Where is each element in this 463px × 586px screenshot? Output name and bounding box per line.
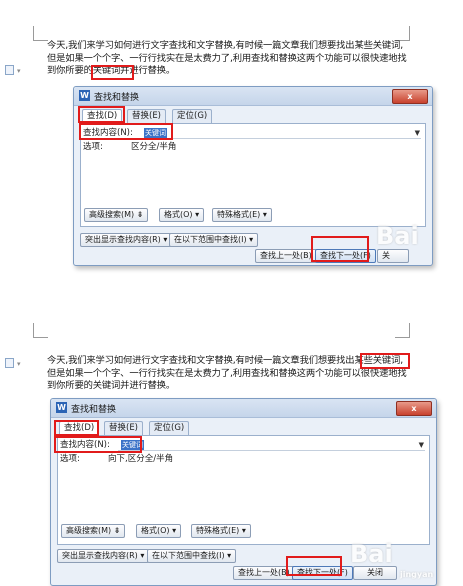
find-next-button[interactable]: 查找下一处(F): [292, 566, 353, 580]
crop-mark-left: [33, 323, 48, 338]
find-in-range-button[interactable]: 在以下范围中查找(I) ▾: [169, 233, 259, 247]
paragraph-line-3: 到你所要的关键词并进行替换。: [47, 65, 176, 76]
find-next-button[interactable]: 查找下一处(F): [315, 249, 376, 263]
find-content-label: 查找内容(N):: [83, 128, 133, 138]
chevron-down-icon[interactable]: ▼: [415, 127, 420, 139]
advanced-search-button[interactable]: 高级搜索(M) ⇟: [84, 208, 149, 222]
options-label: 选项:: [83, 142, 103, 152]
crop-mark-left: [33, 26, 48, 41]
special-format-button[interactable]: 特殊格式(E) ▾: [191, 524, 251, 538]
tab-replace[interactable]: 替换(E): [104, 421, 144, 435]
close-button[interactable]: 关: [377, 249, 409, 263]
advanced-search-button[interactable]: 高级搜索(M) ⇟: [61, 524, 126, 538]
tab-find[interactable]: 查找(D): [82, 109, 123, 124]
crop-mark-right: [395, 26, 410, 41]
close-icon[interactable]: x: [392, 89, 428, 104]
options-label: 选项:: [60, 454, 80, 464]
screenshot-panel-2: ▾ 今天,我们来学习如何进行文字查找和文字替换,有时候一篇文章我们想要找出某些关…: [0, 295, 463, 586]
paragraph-line-3: 到你所要的关键词并进行替换。: [47, 380, 176, 391]
find-content-value: 关键词: [121, 440, 144, 450]
highlight-find-button[interactable]: 突出显示查找内容(R) ▾: [57, 549, 150, 563]
wps-logo-icon: W: [79, 90, 90, 101]
find-in-range-button[interactable]: 在以下范围中查找(I) ▾: [147, 549, 237, 563]
find-content-input[interactable]: 关键词 ▼: [118, 439, 425, 451]
find-content-row: 查找内容(N): 关键词 ▼: [83, 127, 421, 139]
dialog-titlebar: W 查找和替换 x: [74, 87, 432, 106]
paragraph-line-1: 今天,我们来学习如何进行文字查找和文字替换,有时候一篇文章我们想要找出某些关键词…: [47, 40, 403, 51]
find-previous-button[interactable]: 查找上一处(B): [255, 249, 317, 263]
options-value: 区分全/半角: [131, 142, 177, 152]
find-content-label: 查找内容(N):: [60, 440, 110, 450]
options-row: 选项: 区分全/半角: [83, 141, 176, 153]
dialog-title: 查找和替换: [94, 93, 140, 103]
format-button[interactable]: 格式(O) ▾: [159, 208, 205, 222]
crop-mark-right: [395, 323, 410, 338]
special-format-button[interactable]: 特殊格式(E) ▾: [212, 208, 272, 222]
paragraph-line-1: 今天,我们来学习如何进行文字查找和文字替换,有时候一篇文章我们想要找出某些关键词…: [47, 355, 403, 366]
find-previous-button[interactable]: 查找上一处(B): [233, 566, 295, 580]
highlight-find-button[interactable]: 突出显示查找内容(R) ▾: [80, 233, 173, 247]
chevron-down-icon[interactable]: ▼: [419, 439, 424, 451]
paragraph-line-2: 但是如果一个个字、一行行找实在是太费力了,利用查找和替换这两个功能可以很快速地找: [47, 52, 407, 64]
dialog-title: 查找和替换: [71, 405, 117, 415]
document-paragraph: 今天,我们来学习如何进行文字查找和文字替换,有时候一篇文章我们想要找出某些关键词…: [47, 40, 407, 78]
tab-goto[interactable]: 定位(G): [172, 109, 213, 123]
find-content-row: 查找内容(N): 关键词 ▼: [60, 439, 425, 451]
find-content-input[interactable]: 关键词 ▼: [141, 127, 421, 139]
find-replace-dialog: W 查找和替换 x 查找(D) 替换(E) 定位(G) 查找内容(N): 关键词…: [50, 398, 437, 586]
document-paragraph: 今天,我们来学习如何进行文字查找和文字替换,有时候一篇文章我们想要找出某些关键词…: [47, 355, 407, 393]
find-content-value: 关键词: [144, 128, 167, 138]
close-icon[interactable]: x: [396, 401, 432, 416]
tab-find[interactable]: 查找(D): [59, 421, 100, 436]
tab-goto[interactable]: 定位(G): [149, 421, 190, 435]
options-row: 选项: 向下,区分全/半角: [60, 453, 173, 465]
format-button[interactable]: 格式(O) ▾: [136, 524, 182, 538]
document-icon[interactable]: ▾: [5, 65, 21, 75]
paragraph-line-2: 但是如果一个个字、一行行找实在是太费力了,利用查找和替换这两个功能可以很快速地找: [47, 367, 407, 379]
tab-replace[interactable]: 替换(E): [127, 109, 167, 123]
screenshot-panel-1: ▾ 今天,我们来学习如何进行文字查找和文字替换,有时候一篇文章我们想要找出某些关…: [0, 0, 463, 290]
options-value: 向下,区分全/半角: [108, 454, 174, 464]
find-replace-dialog: W 查找和替换 x 查找(D) 替换(E) 定位(G) 查找内容(N): 关键词…: [73, 86, 433, 266]
wps-logo-icon: W: [56, 402, 67, 413]
close-button[interactable]: 关闭: [353, 566, 397, 580]
dialog-titlebar: W 查找和替换 x: [51, 399, 436, 418]
document-icon[interactable]: ▾: [5, 358, 21, 368]
